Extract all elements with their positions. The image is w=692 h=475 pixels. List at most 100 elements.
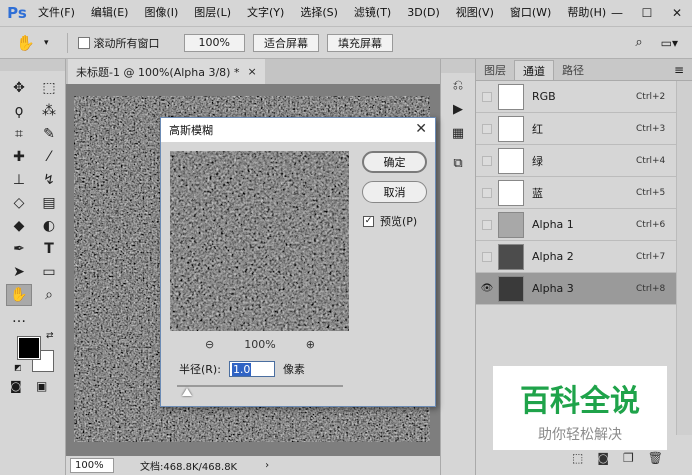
load-selection-icon[interactable]: ⬚ [572, 451, 583, 465]
tab-layers[interactable]: 图层 [476, 60, 514, 80]
channel-visibility-toggle[interactable] [476, 187, 498, 198]
channel-row[interactable]: Alpha 2 Ctrl+7 [476, 241, 676, 273]
menu-view[interactable]: 视图(V) [448, 0, 502, 26]
tab-channels[interactable]: 通道 [514, 60, 554, 80]
history-panel-icon[interactable]: ⎌ [441, 73, 475, 97]
blur-tool-icon[interactable]: ◆ [6, 215, 32, 237]
document-tab-title: 未标题-1 @ 100%(Alpha 3/8) * [76, 65, 240, 79]
gradient-tool-icon[interactable]: ▤ [36, 192, 62, 214]
status-zoom-field[interactable]: 100% [70, 458, 114, 473]
channel-visibility-toggle[interactable] [476, 251, 498, 262]
radius-slider-track[interactable] [177, 385, 343, 387]
menu-type[interactable]: 文字(Y) [239, 0, 292, 26]
channel-visibility-toggle[interactable] [476, 219, 498, 230]
eraser-tool-icon[interactable]: ◇ [6, 192, 32, 214]
channel-visibility-toggle[interactable]: 👁 [476, 283, 498, 294]
preview-checkbox[interactable]: ✓ [363, 215, 374, 227]
channel-row[interactable]: RGB Ctrl+2 [476, 81, 676, 113]
path-selection-tool-icon[interactable]: ➤ [6, 261, 32, 283]
channel-actions: ⬚ ◙ ❐ 🗑 [572, 451, 663, 465]
tab-paths[interactable]: 路径 [554, 60, 592, 80]
maximize-button[interactable]: ☐ [632, 0, 662, 26]
crop-tool-icon[interactable]: ⌗ [6, 123, 32, 145]
fill-screen-button[interactable]: 填充屏幕 [326, 33, 393, 52]
strip-grip[interactable] [441, 59, 475, 73]
menu-3d[interactable]: 3D(D) [399, 0, 448, 26]
channel-shortcut: Ctrl+3 [636, 123, 666, 134]
menu-window[interactable]: 窗口(W) [502, 0, 559, 26]
dialog-close-icon[interactable]: ✕ [415, 121, 427, 137]
dodge-tool-icon[interactable]: ◐ [36, 215, 62, 237]
zoom-tool-icon[interactable]: ⌕ [36, 284, 62, 306]
eyedropper-tool-icon[interactable]: ✎ [36, 123, 62, 145]
tools-panel-grip[interactable] [0, 59, 65, 71]
hand-tool-icon[interactable]: ✋ [6, 284, 32, 306]
preset-dropdown-icon[interactable]: ▾ [44, 38, 49, 48]
hand-tool-preset-icon[interactable]: ✋ [16, 34, 44, 52]
channel-visibility-toggle[interactable] [476, 155, 498, 166]
zoom-100-button[interactable]: 100% [183, 33, 245, 52]
channel-visibility-toggle[interactable] [476, 91, 498, 102]
dialog-title: 高斯模糊 [161, 118, 435, 142]
preview-option[interactable]: ✓ 预览(P) [363, 213, 417, 229]
channel-list-scrollbar[interactable] [676, 81, 692, 435]
lasso-tool-icon[interactable]: ϙ [6, 100, 32, 122]
brush-tool-icon[interactable]: ⁄ [36, 146, 62, 168]
panel-menu-icon[interactable]: ≡ [674, 60, 684, 80]
rectangle-tool-icon[interactable]: ▭ [36, 261, 62, 283]
channel-row[interactable]: Alpha 1 Ctrl+6 [476, 209, 676, 241]
channel-row[interactable]: 红 Ctrl+3 [476, 113, 676, 145]
workspace-switcher-icon[interactable]: ▭▾ [661, 36, 678, 50]
eye-hidden-box [482, 155, 492, 166]
scroll-all-windows-checkbox[interactable] [77, 36, 90, 49]
close-button[interactable]: ✕ [662, 0, 692, 26]
status-menu-arrow[interactable]: › [265, 460, 269, 471]
cancel-button[interactable]: 取消 [362, 181, 427, 203]
menu-file[interactable]: 文件(F) [30, 0, 83, 26]
minimize-button[interactable]: — [602, 0, 632, 26]
healing-brush-tool-icon[interactable]: ✚ [6, 146, 32, 168]
swap-colors-icon[interactable]: ⇄ [46, 331, 54, 341]
zoom-in-icon[interactable]: ⊕ [306, 338, 315, 351]
menu-filter[interactable]: 滤镜(T) [346, 0, 399, 26]
magic-wand-tool-icon[interactable]: ⁂ [36, 100, 62, 122]
document-tab[interactable]: 未标题-1 @ 100%(Alpha 3/8) * × [68, 59, 265, 84]
radius-slider-thumb[interactable] [182, 388, 193, 396]
channel-row[interactable]: 👁 Alpha 3 Ctrl+8 [476, 273, 676, 305]
screen-mode-icon[interactable]: ▣ [36, 379, 47, 393]
history-brush-tool-icon[interactable]: ↯ [36, 169, 62, 191]
clone-stamp-tool-icon[interactable]: ⊥ [6, 169, 32, 191]
move-tool-icon[interactable]: ✥ [6, 77, 32, 99]
character-panel-icon[interactable]: ⧉ [441, 151, 475, 175]
more-tools-icon[interactable]: … [6, 307, 32, 329]
panel-tabs: 图层 通道 路径 ≡ [476, 59, 692, 81]
channel-visibility-toggle[interactable] [476, 123, 498, 134]
preview-label: 预览(P) [380, 215, 418, 228]
document-tab-close-icon[interactable]: × [247, 65, 256, 78]
menu-layer[interactable]: 图层(L) [186, 0, 239, 26]
save-selection-icon[interactable]: ◙ [597, 451, 609, 465]
default-colors-icon[interactable]: ◩ [14, 363, 22, 372]
delete-channel-icon[interactable]: 🗑 [648, 451, 663, 465]
blur-preview[interactable] [170, 151, 349, 331]
zoom-out-icon[interactable]: ⊖ [205, 338, 214, 351]
quick-mask-icon[interactable]: ◙ [10, 379, 22, 393]
properties-panel-icon[interactable]: ▦ [441, 121, 475, 145]
fit-screen-button[interactable]: 适合屏幕 [252, 33, 319, 52]
channel-row[interactable]: 绿 Ctrl+4 [476, 145, 676, 177]
eye-hidden-box [482, 251, 492, 262]
actions-panel-icon[interactable]: ▶ [441, 97, 475, 121]
search-icon[interactable]: ⌕ [635, 35, 642, 50]
menu-edit[interactable]: 编辑(E) [83, 0, 137, 26]
pen-tool-icon[interactable]: ✒ [6, 238, 32, 260]
menu-select[interactable]: 选择(S) [292, 0, 346, 26]
type-tool-icon[interactable]: T [36, 238, 62, 260]
foreground-color-swatch[interactable] [17, 336, 41, 360]
new-channel-icon[interactable]: ❐ [623, 451, 634, 465]
radius-input[interactable]: 1.0 [228, 361, 275, 377]
channel-row[interactable]: 蓝 Ctrl+5 [476, 177, 676, 209]
photoshop-logo: Ps [4, 0, 30, 26]
marquee-tool-icon[interactable]: ⬚ [36, 77, 62, 99]
ok-button[interactable]: 确定 [362, 151, 427, 173]
menu-image[interactable]: 图像(I) [136, 0, 186, 26]
